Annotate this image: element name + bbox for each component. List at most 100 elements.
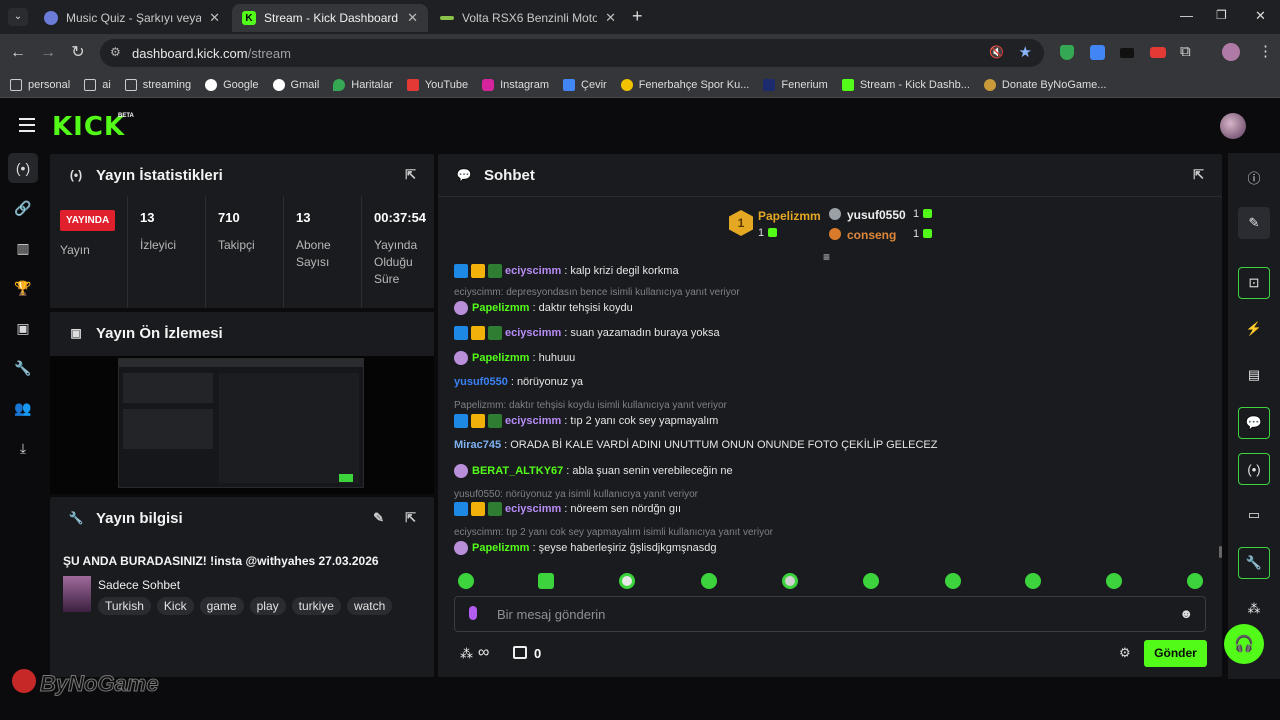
forward-icon[interactable]: →: [38, 43, 58, 63]
address-bar[interactable]: ⚙ dashboard.kick.com/stream 🔇 ★: [100, 39, 1044, 67]
upload-icon[interactable]: ⤓: [8, 433, 38, 463]
hamburger-menu-icon[interactable]: [19, 118, 35, 132]
stream-broadcast-icon[interactable]: (•): [8, 153, 38, 183]
notes-icon[interactable]: ▤: [1238, 359, 1270, 391]
profile-avatar[interactable]: [1222, 43, 1240, 61]
tag[interactable]: Turkish: [98, 597, 151, 615]
microphone-icon[interactable]: [469, 606, 477, 620]
popout-icon[interactable]: ⇱: [405, 510, 416, 526]
emote-icon[interactable]: [538, 573, 554, 589]
video-library-icon[interactable]: ▣: [8, 313, 38, 343]
category-name[interactable]: Sadece Sohbet: [98, 578, 180, 592]
tag[interactable]: play: [249, 597, 286, 615]
bookmark-link[interactable]: Donate ByNoGame...: [983, 78, 1106, 91]
chat-input-placeholder: Bir mesaj gönderin: [497, 607, 606, 622]
popout-icon[interactable]: ⇱: [1193, 167, 1204, 183]
tag[interactable]: turkiye: [291, 597, 341, 615]
bookmark-folder[interactable]: personal: [10, 78, 70, 91]
user-avatar[interactable]: [1220, 113, 1246, 139]
site-info-icon[interactable]: ⚙: [110, 45, 121, 59]
extension-translate-icon[interactable]: [1090, 45, 1105, 60]
chat-message: Papelizmm: huhuuu: [454, 351, 575, 365]
channel-points-icon[interactable]: ⁂: [460, 646, 473, 662]
left-sidebar: (•) 🔗 ▥ 🏆 ▣ 🔧 👥 ⤓: [0, 153, 40, 473]
emote-icon[interactable]: [1025, 573, 1041, 589]
music-quiz-favicon: [44, 11, 58, 25]
tab-search-button[interactable]: ⌄: [8, 8, 28, 26]
new-tab-button[interactable]: +: [632, 6, 643, 27]
bookmark-link[interactable]: Haritalar: [333, 78, 393, 91]
info-icon[interactable]: ⓘ: [1238, 161, 1270, 193]
camera-icon[interactable]: ▭: [1238, 499, 1270, 531]
emote-icon[interactable]: [863, 573, 879, 589]
kick-logo[interactable]: KICK: [52, 112, 125, 142]
user-badge-icon: [454, 301, 468, 315]
trophy-icon[interactable]: 🏆: [8, 273, 38, 303]
tab-music-quiz[interactable]: Music Quiz - Şarkıyı veya sanatç ✕: [34, 4, 230, 32]
emote-icon[interactable]: [782, 573, 798, 589]
restore-icon[interactable]: ❐: [1216, 8, 1227, 22]
close-window-icon[interactable]: ✕: [1255, 8, 1266, 24]
bookmark-folder[interactable]: streaming: [124, 78, 191, 91]
top-gifter-2-name[interactable]: yusuf0550: [847, 208, 906, 222]
bookmark-link[interactable]: Instagram: [482, 78, 549, 91]
reload-icon[interactable]: ↻: [68, 43, 88, 63]
emote-icon[interactable]: [619, 573, 635, 589]
points-icon[interactable]: ⁂: [1238, 593, 1270, 625]
chat-settings-icon[interactable]: ⚙: [1119, 645, 1131, 661]
tab-volta[interactable]: Volta RSX6 Benzinli Motosiklet ✕: [430, 4, 626, 32]
analytics-icon[interactable]: ▥: [8, 233, 38, 263]
chat-scrollbar[interactable]: [1219, 546, 1222, 558]
emote-icon[interactable]: [1187, 573, 1203, 589]
close-tab-icon[interactable]: ✕: [407, 10, 418, 26]
emote-icon[interactable]: [701, 573, 717, 589]
wrench-icon[interactable]: 🔧: [8, 353, 38, 383]
top-gifter-3-name[interactable]: conseng: [847, 228, 896, 242]
mute-icon[interactable]: 🔇: [989, 45, 1004, 59]
user-badge-icon: [454, 351, 468, 365]
emote-icon[interactable]: [1106, 573, 1122, 589]
bookmark-link[interactable]: Gmail: [272, 78, 319, 91]
bookmark-folder[interactable]: ai: [84, 78, 111, 91]
extension-shield-icon[interactable]: [1060, 45, 1074, 60]
emoji-icon[interactable]: ☻: [1179, 606, 1193, 621]
edit-icon[interactable]: ✎: [1238, 207, 1270, 239]
browser-menu-icon[interactable]: ⋮: [1258, 42, 1273, 60]
broadcast-icon[interactable]: (•): [1238, 453, 1270, 485]
minimize-icon[interactable]: —: [1180, 8, 1193, 23]
emote-icon[interactable]: [458, 573, 474, 589]
chat-input-box[interactable]: Bir mesaj gönderin ☻: [454, 596, 1206, 632]
extension-youtube-icon[interactable]: [1150, 47, 1166, 58]
bookmark-link[interactable]: Stream - Kick Dashb...: [841, 78, 970, 91]
bookmark-link[interactable]: Google: [205, 78, 259, 91]
tag[interactable]: Kick: [156, 597, 194, 615]
screenshot-icon[interactable]: ⊡: [1238, 267, 1270, 299]
gift-box-icon[interactable]: [513, 646, 527, 659]
top-gifter-1-name[interactable]: Papelizmm: [758, 209, 821, 223]
popout-icon[interactable]: ⇱: [405, 167, 416, 183]
edit-icon[interactable]: ✎: [373, 510, 384, 526]
chat-icon[interactable]: 💬: [1238, 407, 1270, 439]
collapse-leaderboard-icon[interactable]: ≡: [823, 250, 830, 264]
bookmark-link[interactable]: Çevir: [563, 78, 607, 91]
stream-preview-video[interactable]: [50, 356, 434, 494]
wrench-icon[interactable]: 🔧: [1238, 547, 1270, 579]
bookmark-link[interactable]: Fenerium: [763, 78, 828, 91]
back-icon[interactable]: ←: [8, 43, 28, 63]
bookmark-link[interactable]: Fenerbahçe Spor Ku...: [620, 78, 749, 91]
close-tab-icon[interactable]: ✕: [605, 10, 616, 26]
tag[interactable]: game: [199, 597, 244, 615]
emote-icon[interactable]: [945, 573, 961, 589]
extensions-puzzle-icon[interactable]: ⧉: [1180, 43, 1191, 60]
send-button[interactable]: Gönder: [1144, 640, 1207, 667]
extension-dark-icon[interactable]: [1120, 48, 1134, 58]
support-headset-button[interactable]: 🎧: [1224, 624, 1264, 664]
lightning-icon[interactable]: ⚡: [1238, 313, 1270, 345]
tag[interactable]: watch: [346, 597, 393, 615]
bookmark-star-icon[interactable]: ★: [1019, 43, 1032, 61]
link-icon[interactable]: 🔗: [8, 193, 38, 223]
community-icon[interactable]: 👥: [8, 393, 38, 423]
bookmark-link[interactable]: YouTube: [406, 78, 468, 91]
close-tab-icon[interactable]: ✕: [209, 10, 220, 26]
tab-kick-dashboard[interactable]: K Stream - Kick Dashboard ✕: [232, 4, 428, 32]
